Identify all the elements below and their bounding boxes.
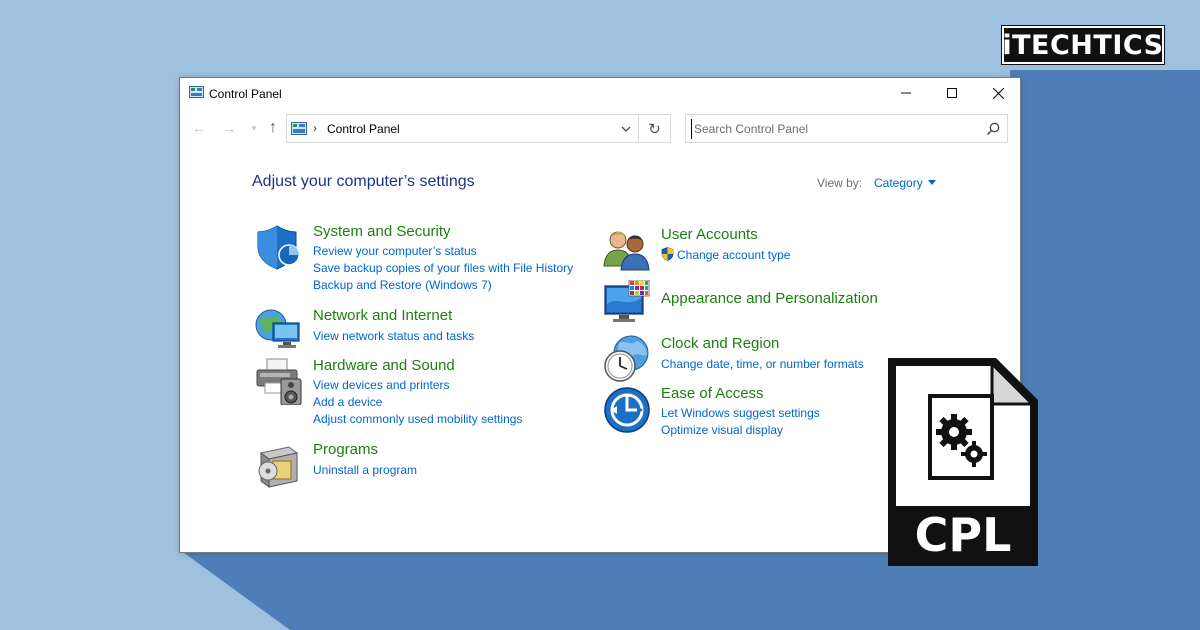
link-devices-printers[interactable]: View devices and printers: [313, 377, 522, 394]
shield-icon: [257, 225, 300, 270]
category-hardware-and-sound: Hardware and Sound View devices and prin…: [255, 357, 585, 427]
cpl-file-gears-icon: CPL: [888, 358, 1038, 566]
link-network-status[interactable]: View network status and tasks: [313, 328, 474, 345]
clock-globe-icon: [604, 335, 649, 382]
category-user-accounts: User Accounts Change account type: [603, 226, 933, 274]
users-icon: [603, 231, 650, 271]
breadcrumb-separator: ›: [313, 121, 317, 135]
category-title[interactable]: Clock and Region: [661, 335, 779, 352]
caret-down-icon[interactable]: [928, 180, 936, 185]
cpl-label: CPL: [915, 508, 1012, 562]
category-links: Change account type: [661, 247, 790, 264]
breadcrumb[interactable]: Control Panel: [327, 122, 400, 136]
network-globe-icon: [255, 309, 300, 348]
link-uninstall-program[interactable]: Uninstall a program: [313, 462, 417, 479]
maximize-icon: [947, 88, 957, 98]
forward-arrow-icon[interactable]: →: [220, 119, 238, 137]
programs-box-icon: [258, 446, 299, 488]
window-title: Control Panel: [209, 87, 282, 101]
brand-logo: iTECHTICS: [1001, 25, 1165, 65]
view-by-dropdown[interactable]: Category: [874, 176, 923, 190]
category-network-and-internet: Network and Internet View network status…: [255, 307, 585, 355]
category-links: Uninstall a program: [313, 462, 417, 479]
link-optimize-display[interactable]: Optimize visual display: [661, 422, 820, 439]
category-title[interactable]: Appearance and Personalization: [661, 290, 878, 307]
color-palette-icon: [628, 280, 650, 297]
printer-speaker-icon: [256, 358, 302, 405]
link-backup-restore[interactable]: Backup and Restore (Windows 7): [313, 277, 573, 294]
category-links: View network status and tasks: [313, 328, 474, 345]
control-panel-icon: [189, 86, 204, 98]
link-change-account-type[interactable]: Change account type: [661, 247, 790, 264]
close-button[interactable]: [975, 78, 1021, 108]
category-title[interactable]: Programs: [313, 441, 378, 458]
category-system-and-security: System and Security Review your computer…: [255, 223, 585, 293]
recent-locations-chevron-icon[interactable]: ▾: [245, 119, 263, 137]
category-links: Change date, time, or number formats: [661, 356, 864, 373]
link-change-account-type-label: Change account type: [677, 248, 791, 262]
navigation-bar: ← → ▾ ↑ › Control Panel ↻: [180, 114, 1020, 144]
address-bar[interactable]: › Control Panel: [286, 114, 639, 143]
view-by-label: View by:: [817, 176, 863, 190]
category-title[interactable]: User Accounts: [661, 226, 758, 243]
search-icon[interactable]: [985, 121, 1001, 137]
control-panel-icon: [291, 122, 307, 135]
category-clock-and-region: Clock and Region Change date, time, or n…: [603, 335, 933, 383]
link-file-history[interactable]: Save backup copies of your files with Fi…: [313, 260, 573, 277]
up-arrow-icon[interactable]: ↑: [264, 119, 282, 137]
close-icon: [992, 87, 1004, 99]
title-bar: Control Panel: [180, 78, 1020, 108]
minimize-button[interactable]: [883, 78, 929, 108]
category-appearance-and-personalization: Appearance and Personalization: [603, 280, 933, 328]
ease-of-access-icon: [604, 387, 650, 433]
monitor-palette-icon: [604, 280, 650, 322]
category-programs: Programs Uninstall a program: [255, 441, 585, 489]
maximize-button[interactable]: [929, 78, 975, 108]
minimize-icon: [901, 92, 911, 94]
uac-shield-icon: [661, 247, 674, 261]
back-arrow-icon[interactable]: ←: [190, 119, 208, 137]
category-title[interactable]: Ease of Access: [661, 385, 764, 402]
category-ease-of-access: Ease of Access Let Windows suggest setti…: [603, 385, 933, 437]
category-title[interactable]: System and Security: [313, 223, 451, 240]
category-links: Let Windows suggest settings Optimize vi…: [661, 405, 820, 439]
category-title[interactable]: Hardware and Sound: [313, 357, 455, 374]
search-input[interactable]: [691, 119, 981, 139]
address-dropdown-button[interactable]: [614, 115, 638, 142]
category-title[interactable]: Network and Internet: [313, 307, 452, 324]
link-review-status[interactable]: Review your computer’s status: [313, 243, 573, 260]
link-windows-suggest[interactable]: Let Windows suggest settings: [661, 405, 820, 422]
page-heading: Adjust your computer’s settings: [252, 173, 475, 190]
category-links: View devices and printers Add a device A…: [313, 377, 522, 428]
chevron-down-icon: [621, 126, 631, 132]
link-change-formats[interactable]: Change date, time, or number formats: [661, 356, 864, 373]
link-add-device[interactable]: Add a device: [313, 394, 522, 411]
refresh-icon: ↻: [648, 120, 661, 138]
category-links: Review your computer’s status Save backu…: [313, 243, 573, 294]
link-mobility-settings[interactable]: Adjust commonly used mobility settings: [313, 411, 522, 428]
refresh-button[interactable]: ↻: [639, 114, 671, 143]
search-box[interactable]: [685, 114, 1008, 143]
